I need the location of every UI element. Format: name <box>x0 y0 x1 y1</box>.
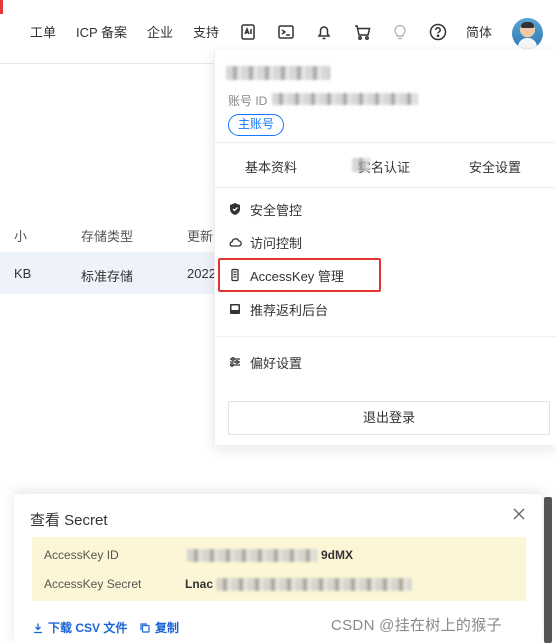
cell-storage-type: 标准存储 <box>81 269 134 284</box>
cell-updated: 2022 <box>187 266 216 281</box>
user-avatar[interactable] <box>512 18 543 49</box>
page-divider <box>0 63 214 64</box>
main-account-badge[interactable]: 主账号 <box>228 114 285 136</box>
help-icon[interactable] <box>428 22 448 42</box>
menu-item-security-control[interactable]: 安全管控 <box>228 197 302 221</box>
scrollbar[interactable] <box>544 497 552 643</box>
tab-basic-info[interactable]: 基本资料 <box>245 157 297 176</box>
column-header-updated: 更新时 <box>187 229 214 244</box>
copy-icon <box>139 622 151 634</box>
download-csv-label: 下载 CSV 文件 <box>48 621 128 635</box>
menu-divider <box>214 336 556 337</box>
language-switch[interactable]: 简体 <box>466 24 492 42</box>
menu-item-label: 推荐返利后台 <box>250 302 329 318</box>
watermark: CSDN @挂在树上的猴子 <box>331 617 502 634</box>
account-name-redacted <box>226 66 330 80</box>
account-id-redacted <box>272 93 418 105</box>
column-header-size: 小 <box>14 229 28 244</box>
accesskey-secret-value[interactable]: Lnac <box>185 577 213 591</box>
terminal-icon[interactable] <box>276 22 296 42</box>
secret-info-box <box>32 537 526 601</box>
account-id-label: 账号 ID <box>228 94 268 108</box>
nav-item-enterprise[interactable]: 企业 <box>147 24 173 42</box>
accesskey-id-value[interactable]: 9dMX <box>321 548 353 562</box>
close-icon[interactable] <box>510 505 528 523</box>
menu-item-preferences[interactable]: 偏好设置 <box>228 350 302 374</box>
menu-item-label: AccessKey 管理 <box>250 268 344 284</box>
dialog-title: 查看 Secret <box>30 512 108 529</box>
sliders-icon <box>228 355 242 369</box>
accesskey-secret-redacted <box>216 578 412 591</box>
menu-item-label: 安全管控 <box>250 202 303 218</box>
menu-item-label: 偏好设置 <box>250 355 303 371</box>
cell-size: KB <box>14 266 32 281</box>
monitor-icon <box>228 302 242 316</box>
accesskey-id-label: AccessKey ID <box>44 548 119 562</box>
corner-accent <box>0 0 3 14</box>
bell-icon[interactable] <box>314 22 334 42</box>
shield-icon <box>228 202 242 216</box>
download-icon <box>32 622 44 634</box>
tab-redacted-char <box>352 158 370 172</box>
tab-security-settings[interactable]: 安全设置 <box>469 157 521 176</box>
key-icon <box>228 268 242 282</box>
copy-label: 复制 <box>155 621 180 635</box>
menu-item-label: 访问控制 <box>250 235 303 251</box>
menu-item-referral[interactable]: 推荐返利后台 <box>228 297 328 321</box>
nav-item-support[interactable]: 支持 <box>193 24 219 42</box>
accesskey-secret-label: AccessKey Secret <box>44 577 142 591</box>
api-icon[interactable] <box>238 22 258 42</box>
menu-item-accesskey[interactable]: AccessKey 管理 <box>228 263 344 287</box>
menu-item-access-control[interactable]: 访问控制 <box>228 230 302 254</box>
nav-item-icp[interactable]: ICP 备案 <box>76 24 127 42</box>
accesskey-id-redacted <box>187 549 317 562</box>
cart-icon[interactable] <box>352 22 372 42</box>
nav-item-tickets[interactable]: 工单 <box>30 24 56 42</box>
download-csv-link[interactable]: 下载 CSV 文件 <box>32 619 127 636</box>
logout-button[interactable]: 退出登录 <box>228 401 550 435</box>
cloud-icon <box>228 235 242 249</box>
column-header-storage-type: 存储类型 <box>81 229 134 244</box>
lightbulb-icon[interactable] <box>390 22 410 42</box>
copy-link[interactable]: 复制 <box>139 619 179 636</box>
